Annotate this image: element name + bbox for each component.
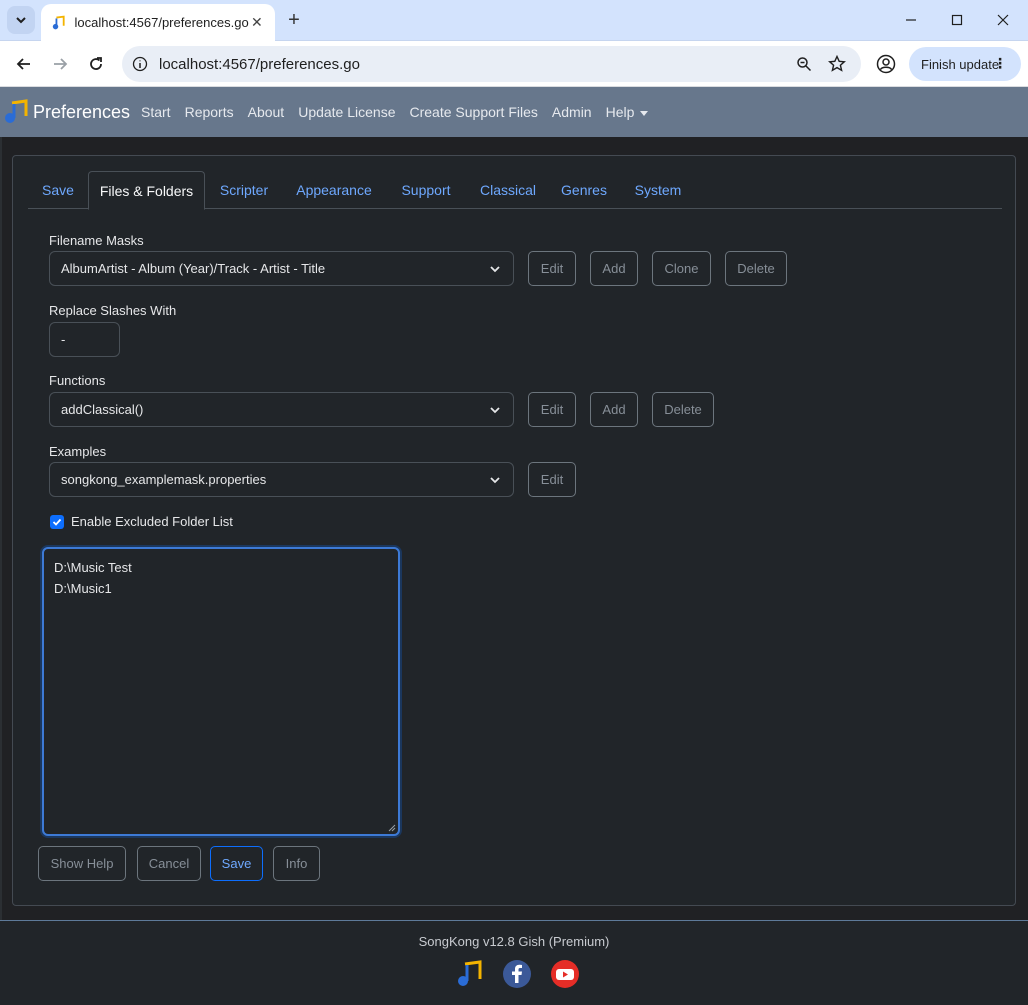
tab-system[interactable]: System — [620, 171, 696, 209]
nav-help[interactable]: Help — [599, 104, 656, 120]
replace-slashes-label: Replace Slashes With — [49, 303, 177, 318]
browser-tabstrip: localhost:4567/preferences.go ✕ + — [0, 0, 1028, 41]
songkong-logo-icon — [5, 99, 28, 123]
chevron-down-icon — [16, 17, 26, 24]
reload-icon[interactable] — [82, 50, 110, 78]
info-button[interactable]: Info — [273, 846, 320, 881]
tab-support[interactable]: Support — [386, 171, 466, 209]
app-navbar: Preferences Start Reports About Update L… — [0, 87, 1028, 137]
site-info-icon[interactable] — [130, 54, 150, 74]
excluded-folder-line: D:\Music Test — [54, 560, 132, 575]
maximize-icon[interactable] — [934, 0, 980, 40]
functions-add-button[interactable]: Add — [590, 392, 638, 427]
excluded-folders-textarea[interactable]: D:\Music Test D:\Music1 — [42, 547, 400, 836]
masks-edit-button[interactable]: Edit — [528, 251, 576, 286]
nav-reports[interactable]: Reports — [178, 104, 241, 120]
chevron-down-icon — [490, 477, 500, 484]
tab-appearance[interactable]: Appearance — [284, 171, 384, 209]
filename-masks-label: Filename Masks — [49, 233, 144, 248]
more-options-icon: ⋮ — [993, 55, 1007, 71]
browser-tab[interactable]: localhost:4567/preferences.go ✕ — [41, 4, 275, 41]
functions-select[interactable]: addClassical() — [49, 392, 514, 427]
zoom-icon[interactable] — [794, 54, 814, 74]
tab-scripter[interactable]: Scripter — [206, 171, 282, 209]
facebook-icon[interactable] — [502, 959, 532, 989]
finish-update-button[interactable]: Finish update ⋮ — [909, 47, 1021, 81]
checkmark-icon — [52, 518, 62, 526]
excluded-folders-checkbox[interactable] — [50, 515, 64, 529]
tab-save[interactable]: Save — [28, 171, 88, 209]
filename-masks-select[interactable]: AlbumArtist - Album (Year)/Track - Artis… — [49, 251, 514, 286]
nav-admin[interactable]: Admin — [545, 104, 599, 120]
forward-icon[interactable] — [46, 50, 74, 78]
nav-links: Start Reports About Update License Creat… — [134, 87, 655, 137]
bookmark-star-icon[interactable] — [827, 54, 847, 74]
functions-edit-button[interactable]: Edit — [528, 392, 576, 427]
nav-update-license[interactable]: Update License — [291, 104, 402, 120]
chevron-down-icon — [490, 266, 500, 273]
masks-clone-button[interactable]: Clone — [652, 251, 711, 286]
page-footer: SongKong v12.8 Gish (Premium) — [0, 920, 1028, 1005]
window-close-icon[interactable] — [980, 0, 1026, 40]
show-help-button[interactable]: Show Help — [38, 846, 126, 881]
resize-handle-icon[interactable] — [388, 824, 396, 832]
examples-edit-button[interactable]: Edit — [528, 462, 576, 497]
tab-genres[interactable]: Genres — [550, 171, 618, 209]
excluded-folders-label[interactable]: Enable Excluded Folder List — [71, 514, 233, 529]
replace-slashes-input[interactable]: - — [49, 322, 120, 357]
cancel-button[interactable]: Cancel — [137, 846, 201, 881]
preferences-tabs: Save Files & Folders Scripter Appearance… — [28, 171, 1002, 210]
nav-start[interactable]: Start — [134, 104, 178, 120]
tab-files-folders[interactable]: Files & Folders — [88, 171, 205, 210]
profile-icon[interactable] — [872, 50, 900, 78]
youtube-icon[interactable] — [550, 959, 580, 989]
examples-select[interactable]: songkong_examplemask.properties — [49, 462, 514, 497]
page-edge — [0, 137, 2, 920]
examples-label: Examples — [49, 444, 107, 459]
masks-delete-button[interactable]: Delete — [725, 251, 787, 286]
nav-about[interactable]: About — [241, 104, 292, 120]
caret-down-icon — [640, 110, 649, 116]
songkong-favicon-icon — [52, 15, 65, 29]
minimize-icon[interactable] — [888, 0, 934, 40]
filename-masks-value: AlbumArtist - Album (Year)/Track - Artis… — [61, 261, 326, 276]
nav-help-label: Help — [605, 104, 635, 120]
tab-title: localhost:4567/preferences.go — [74, 15, 249, 30]
version-text: SongKong v12.8 Gish (Premium) — [418, 934, 610, 949]
functions-delete-button[interactable]: Delete — [652, 392, 714, 427]
examples-value: songkong_examplemask.properties — [61, 472, 267, 487]
preferences-card: Save Files & Folders Scripter Appearance… — [12, 155, 1016, 906]
tab-close-icon[interactable]: ✕ — [249, 14, 265, 31]
brand[interactable]: Preferences — [3, 99, 130, 125]
functions-value: addClassical() — [61, 402, 144, 417]
tab-classical[interactable]: Classical — [468, 171, 548, 209]
save-button[interactable]: Save — [210, 846, 263, 881]
browser-toolbar: localhost:4567/preferences.go Finish upd… — [0, 41, 1028, 87]
tab-search-button[interactable] — [7, 6, 35, 34]
chevron-down-icon — [490, 407, 500, 414]
songkong-logo-icon[interactable] — [454, 959, 484, 989]
url-text: localhost:4567/preferences.go — [159, 55, 360, 73]
brand-title: Preferences — [33, 101, 131, 122]
nav-create-support-files[interactable]: Create Support Files — [403, 104, 545, 120]
excluded-folder-line: D:\Music1 — [54, 581, 112, 596]
masks-add-button[interactable]: Add — [590, 251, 638, 286]
functions-label: Functions — [49, 373, 106, 388]
new-tab-icon[interactable]: + — [282, 8, 306, 32]
back-icon[interactable] — [10, 50, 38, 78]
finish-update-label: Finish update — [921, 56, 1000, 72]
address-bar[interactable]: localhost:4567/preferences.go — [122, 46, 861, 82]
